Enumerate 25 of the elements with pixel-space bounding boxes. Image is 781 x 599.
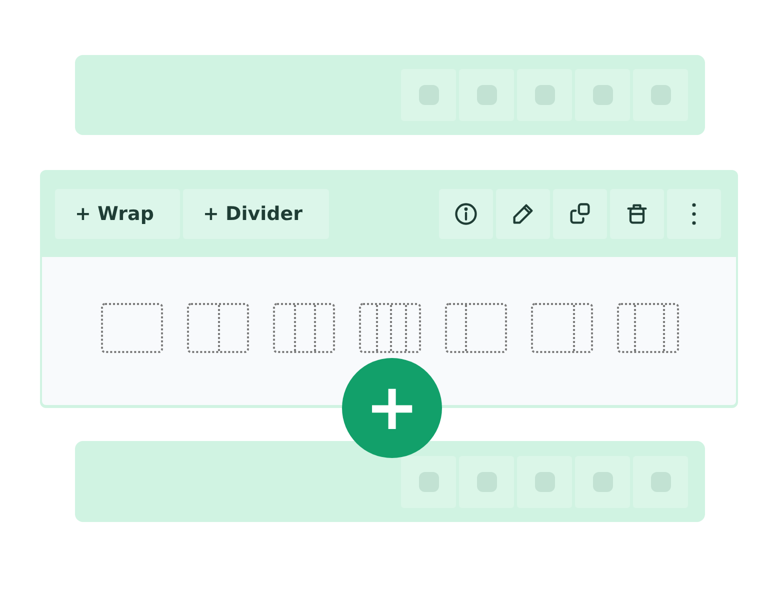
copy-button[interactable] bbox=[553, 188, 607, 238]
column-layout-option[interactable] bbox=[359, 303, 421, 353]
more-icon bbox=[691, 200, 697, 226]
placeholder-slot bbox=[517, 456, 572, 508]
placeholder-slot bbox=[459, 456, 514, 508]
info-button[interactable] bbox=[439, 188, 493, 238]
placeholder-slot bbox=[401, 456, 456, 508]
trash-button[interactable] bbox=[610, 188, 664, 238]
placeholder-slot bbox=[575, 456, 630, 508]
column-layout-option[interactable] bbox=[101, 303, 163, 353]
pencil-button[interactable] bbox=[496, 188, 550, 238]
column-layout-option[interactable] bbox=[617, 303, 679, 353]
placeholder-slot bbox=[633, 69, 688, 121]
info-icon bbox=[453, 200, 479, 226]
column-layout-option[interactable] bbox=[445, 303, 507, 353]
add-button[interactable]: + Wrap bbox=[55, 188, 180, 238]
placeholder-slot bbox=[517, 69, 572, 121]
column-layout-option[interactable] bbox=[531, 303, 593, 353]
placeholder-slot bbox=[459, 69, 514, 121]
column-layout-option[interactable] bbox=[273, 303, 335, 353]
placeholder-slot bbox=[575, 69, 630, 121]
placeholder-slot bbox=[633, 456, 688, 508]
add-button[interactable]: + Divider bbox=[182, 188, 329, 238]
placeholder-slot bbox=[401, 69, 456, 121]
column-layout-option[interactable] bbox=[187, 303, 249, 353]
